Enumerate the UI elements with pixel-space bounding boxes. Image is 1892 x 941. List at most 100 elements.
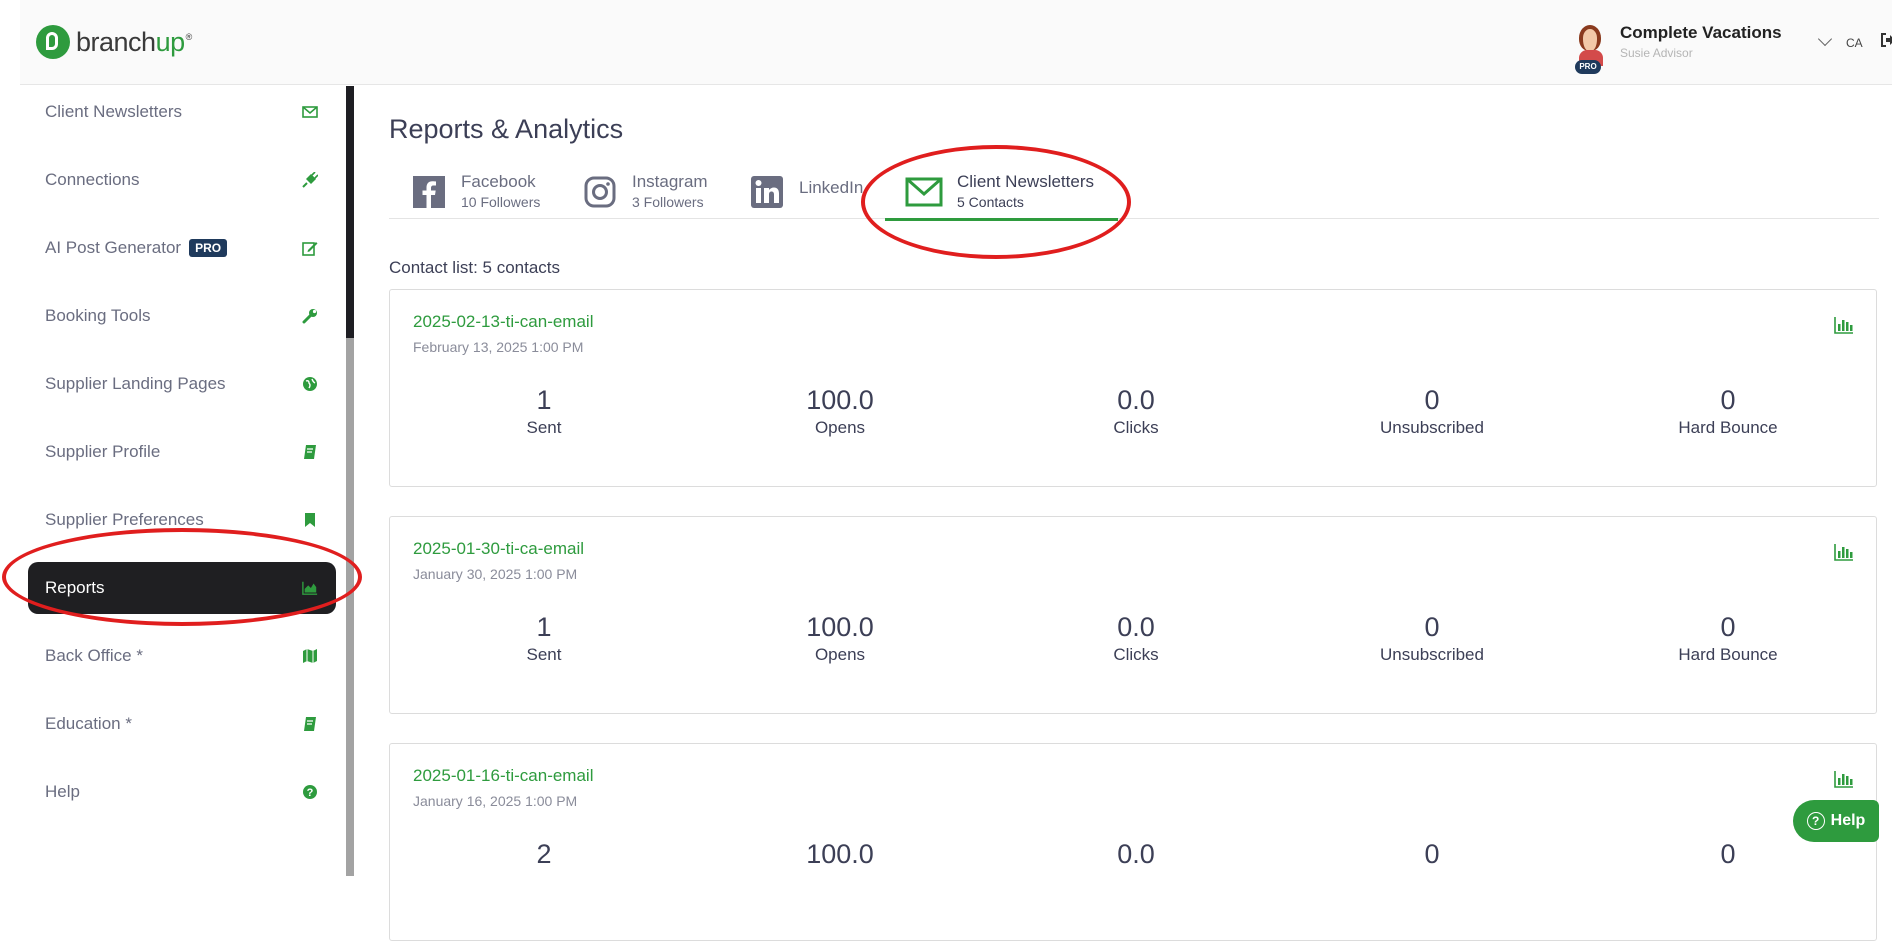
tab-linkedin-name: LinkedIn <box>799 178 864 197</box>
envelope-icon <box>905 177 943 207</box>
sidebar-item-label: AI Post Generator <box>45 238 182 257</box>
sidebar-item-label: Reports <box>45 578 105 597</box>
stat-value: 100.0 <box>806 612 874 642</box>
logo-leaf-icon <box>36 25 70 59</box>
stat-label: Opens <box>814 418 866 437</box>
stat-label: Unsubscribed <box>1380 645 1484 664</box>
page-title: Reports & Analytics <box>389 114 624 144</box>
bar-chart-icon[interactable] <box>1834 543 1854 561</box>
tab-instagram-followers: 3 Followers <box>632 194 704 210</box>
stat-value: 0 <box>1720 385 1736 415</box>
sidebar-item-label: Supplier Landing Pages <box>45 374 226 393</box>
sidebar-item-label: Client Newsletters <box>45 102 182 121</box>
sidebar-item-client-newsletters[interactable]: Client Newsletters <box>28 86 336 138</box>
reports-tabs: Facebook 10 Followers Instagram 3 Follow… <box>389 172 1879 221</box>
bar-chart-icon[interactable] <box>1834 316 1854 334</box>
tab-facebook[interactable]: Facebook 10 Followers <box>413 172 563 218</box>
sidebar-item-supplier-landing-pages[interactable]: Supplier Landing Pages <box>28 358 336 410</box>
area-chart-icon <box>302 581 318 595</box>
logo-text-up: up <box>155 26 186 57</box>
sidebar-item-education[interactable]: Education * <box>28 698 336 750</box>
stat-label: Sent <box>526 418 562 437</box>
bar-chart-icon[interactable] <box>1834 770 1854 788</box>
logo-trademark: ® <box>185 32 193 42</box>
question-icon: ? <box>1806 812 1825 830</box>
sidebar-item-label: Education * <box>45 714 132 733</box>
question-circle-icon: ? <box>303 785 317 799</box>
svg-text:?: ? <box>307 787 314 799</box>
stat-value: 1 <box>536 385 552 415</box>
stat-value: 2 <box>536 839 552 869</box>
sidebar-item-supplier-profile[interactable]: Supplier Profile <box>28 426 336 478</box>
main-content: Reports & Analytics Facebook 10 Follower… <box>354 86 1892 941</box>
stat-unsubscribed: 0 <box>1284 838 1580 870</box>
sidebar-item-reports[interactable]: Reports <box>28 562 336 614</box>
stat-value: 0 <box>1424 385 1440 415</box>
chevron-down-icon[interactable] <box>1817 31 1833 47</box>
account-name: Complete Vacations <box>1620 23 1782 42</box>
branchup-logo[interactable]: branchup ® <box>36 22 192 62</box>
help-button-label: Help <box>1830 812 1866 829</box>
newsletter-title[interactable]: 2025-01-30-ti-ca-email <box>413 539 584 559</box>
newsletter-title[interactable]: 2025-02-13-ti-can-email <box>413 312 593 332</box>
sidebar-item-booking-tools[interactable]: Booking Tools <box>28 290 336 342</box>
book-icon <box>304 717 316 731</box>
wrench-icon <box>302 309 317 324</box>
avatar: PRO <box>1575 20 1607 74</box>
stat-value: 100.0 <box>806 839 874 869</box>
sidebar-item-label: Booking Tools <box>45 306 151 325</box>
sidebar-item-connections[interactable]: Connections <box>28 154 336 206</box>
stat-value: 0.0 <box>1117 385 1155 415</box>
newsletter-title[interactable]: 2025-01-16-ti-can-email <box>413 766 593 786</box>
stat-value: 0.0 <box>1117 612 1155 642</box>
stat-label: Hard Bounce <box>1678 645 1778 664</box>
newsletter-card: 2025-01-16-ti-can-email January 16, 2025… <box>389 743 1877 941</box>
instagram-icon <box>584 176 616 208</box>
newsletter-card: 2025-02-13-ti-can-email February 13, 202… <box>389 289 1877 487</box>
tab-linkedin[interactable]: LinkedIn <box>751 172 871 218</box>
sidebar-item-help[interactable]: Help ? <box>28 766 336 818</box>
pro-badge: PRO <box>189 239 228 257</box>
edit-icon <box>302 242 318 256</box>
stat-value: 0 <box>1424 612 1440 642</box>
tab-client-newsletters[interactable]: Client Newsletters 5 Contacts <box>885 172 1118 221</box>
stat-hard-bounce: 0 <box>1580 838 1876 870</box>
linkedin-icon <box>751 176 783 208</box>
avatar-pro-badge: PRO <box>1575 60 1601 74</box>
language-switch[interactable]: CA <box>1846 36 1863 50</box>
sidebar-item-label: Back Office * <box>45 646 143 665</box>
tab-instagram[interactable]: Instagram 3 Followers <box>584 172 744 218</box>
plug-icon <box>302 172 318 188</box>
help-button[interactable]: ? Help <box>1793 800 1879 842</box>
logo-text-branch: branch <box>76 26 156 57</box>
facebook-icon <box>413 176 445 208</box>
map-icon <box>303 649 317 663</box>
sidebar-item-supplier-preferences[interactable]: Supplier Preferences <box>28 494 336 546</box>
sidebar-nav: Client Newsletters Connections AI Post G… <box>20 86 346 876</box>
stat-sent: 1 Sent <box>396 611 692 665</box>
newsletter-date: February 13, 2025 1:00 PM <box>413 339 584 355</box>
stat-clicks: 0.0 Clicks <box>988 611 1284 665</box>
newsletter-date: January 30, 2025 1:00 PM <box>413 566 578 582</box>
stat-label: Hard Bounce <box>1678 418 1778 437</box>
sidebar-item-label: Help <box>45 782 80 801</box>
stat-label: Sent <box>526 645 562 664</box>
tab-client-newsletters-contacts: 5 Contacts <box>957 194 1024 210</box>
stat-label: Clicks <box>1113 645 1159 664</box>
stat-sent: 1 Sent <box>396 384 692 438</box>
sidebar-item-label: Connections <box>45 170 140 189</box>
account-role: Susie Advisor <box>1620 46 1693 60</box>
stat-sent: 2 <box>396 838 692 870</box>
stat-unsubscribed: 0 Unsubscribed <box>1284 384 1580 438</box>
stat-opens: 100.0 Opens <box>692 384 988 438</box>
stat-unsubscribed: 0 Unsubscribed <box>1284 611 1580 665</box>
sidebar-item-ai-post-generator[interactable]: AI Post Generator PRO <box>28 222 336 274</box>
stat-opens: 100.0 <box>692 838 988 870</box>
stat-opens: 100.0 Opens <box>692 611 988 665</box>
stat-value: 1 <box>536 612 552 642</box>
sidebar-scrollbar-thumb[interactable] <box>346 86 354 338</box>
logout-icon[interactable] <box>1880 32 1892 48</box>
account-menu[interactable]: PRO Complete Vacations Susie Advisor <box>1575 20 1782 78</box>
stat-label: Clicks <box>1113 418 1159 437</box>
sidebar-item-back-office[interactable]: Back Office * <box>28 630 336 682</box>
